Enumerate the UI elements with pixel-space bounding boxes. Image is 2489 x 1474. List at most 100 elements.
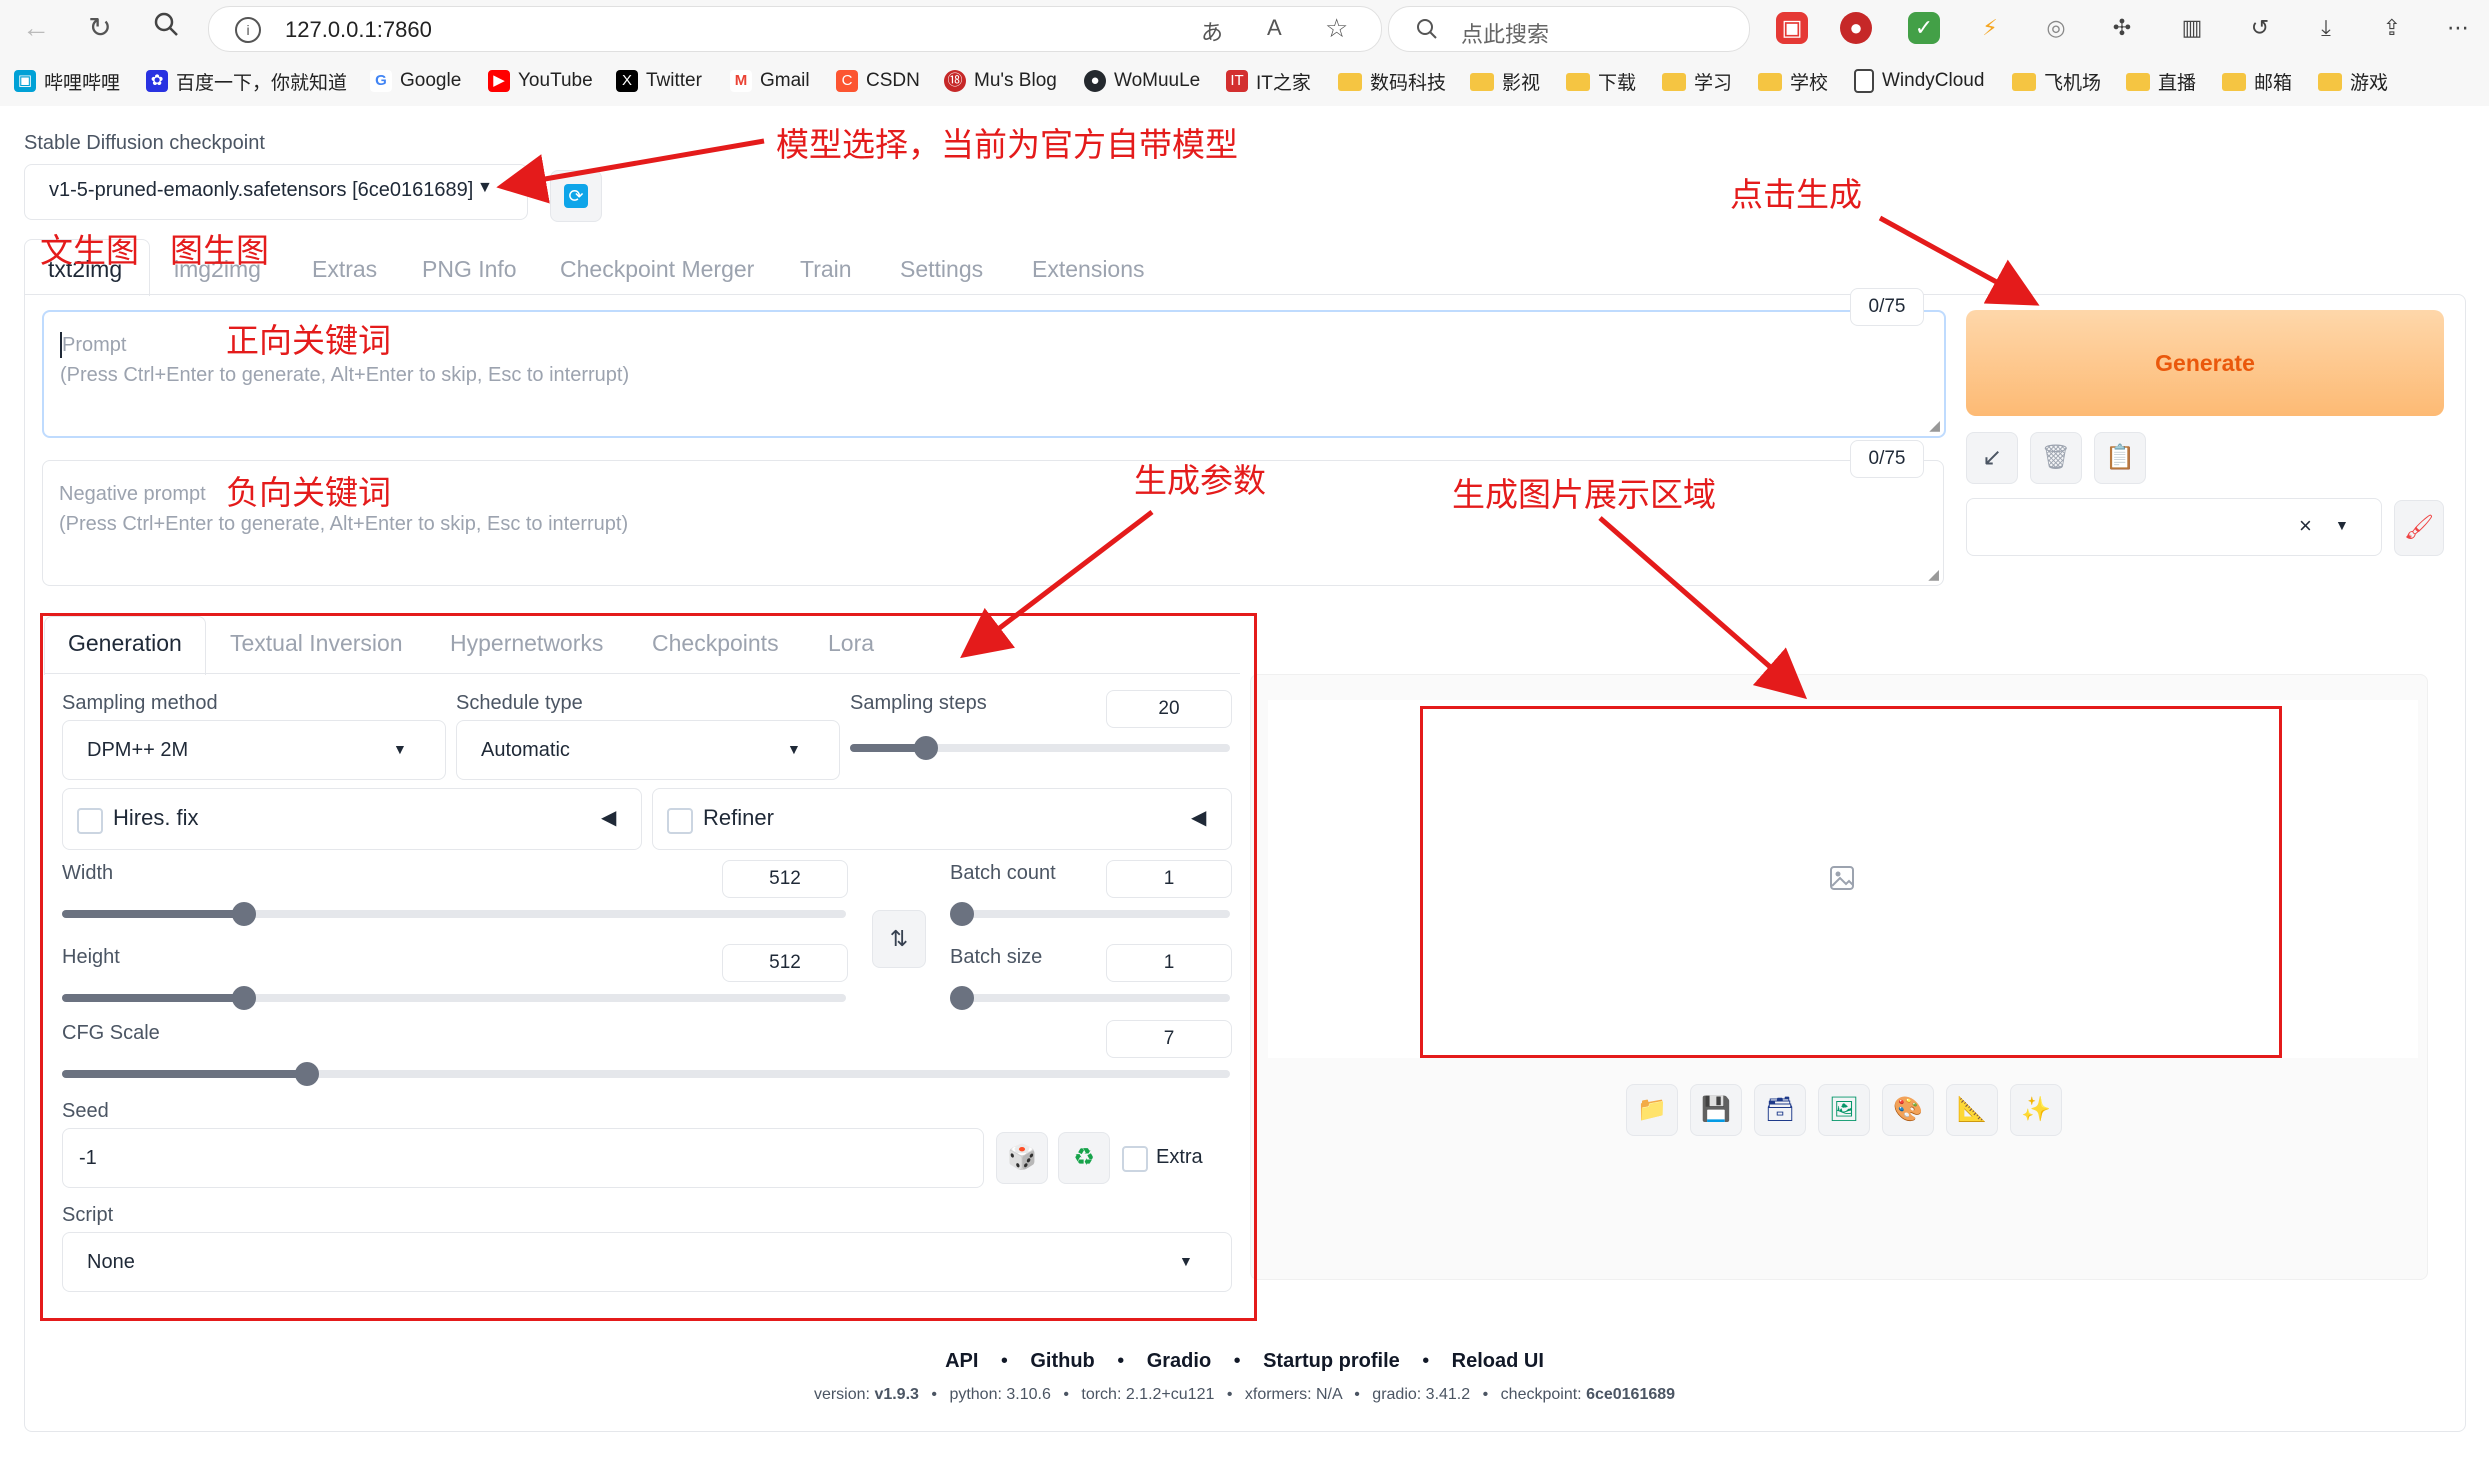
upscale-sparkle-icon[interactable]: ✨ — [2010, 1084, 2062, 1136]
shield-icon[interactable]: ✓ — [1908, 12, 1940, 44]
bookmark-label: 游戏 — [2350, 72, 2389, 94]
send-to-inpaint-icon[interactable]: 🎨 — [1882, 1084, 1934, 1136]
bookmark-baidu[interactable]: ✿ 百度一下，你就知道 — [146, 66, 347, 96]
search-box[interactable]: 点此搜索 — [1388, 6, 1750, 52]
ithome-icon: IT — [1226, 70, 1248, 92]
search-placeholder: 点此搜索 — [1461, 22, 1550, 47]
read-params-arrow-icon[interactable]: ↙ — [1966, 432, 2018, 484]
footer-separator: • — [1063, 1386, 1069, 1403]
tab-settings[interactable]: Settings — [900, 256, 983, 283]
translate-icon[interactable]: あ — [1201, 15, 1223, 47]
bookmark-twitter[interactable]: X Twitter — [616, 66, 702, 96]
footer-link-api[interactable]: API — [945, 1350, 978, 1372]
bookmark-label: 百度一下，你就知道 — [176, 72, 348, 94]
clipboard-icon[interactable]: 📋 — [2094, 432, 2146, 484]
bookmark-label: 直播 — [2158, 72, 2197, 94]
checkpoint-value: v1-5-pruned-emaonly.safetensors [6ce0161… — [49, 179, 474, 201]
csdn-icon: C — [836, 70, 858, 92]
bookmark-folder[interactable]: 学校 — [1758, 66, 1828, 96]
refresh-icon[interactable]: ↻ — [82, 10, 118, 46]
search-icon[interactable] — [148, 10, 184, 46]
bookmark-gmail[interactable]: M Gmail — [730, 66, 810, 96]
footer-separator: • — [1117, 1350, 1125, 1372]
bookmark-label: WindyCloud — [1882, 70, 1985, 91]
folder-icon — [2222, 73, 2246, 91]
download-icon[interactable]: ⤓ — [2310, 12, 2342, 44]
bookmark-label: Google — [400, 70, 462, 91]
prompt-token-counter: 0/75 — [1850, 288, 1924, 326]
favorite-star-icon[interactable]: ☆ — [1325, 13, 1348, 44]
send-to-extras-icon[interactable]: 📐 — [1946, 1084, 1998, 1136]
tab-checkpoint-merger[interactable]: Checkpoint Merger — [560, 256, 754, 283]
xformers-version: xformers: N/A — [1244, 1386, 1342, 1403]
bookmark-folder[interactable]: 飞机场 — [2012, 66, 2101, 96]
clear-style-icon[interactable]: × — [2299, 513, 2312, 539]
share-icon[interactable]: ⇪ — [2376, 12, 2408, 44]
bookmark-label: 邮箱 — [2254, 72, 2293, 94]
gmail-icon: M — [730, 70, 752, 92]
resize-handle-icon[interactable]: ◢ — [1929, 417, 1940, 434]
bookmark-csdn[interactable]: C CSDN — [836, 66, 920, 96]
read-aloud-icon[interactable]: A — [1267, 15, 1282, 41]
styles-dropdown[interactable]: × ▼ — [1966, 498, 2382, 556]
extension-swirl-icon[interactable]: ◎ — [2040, 12, 2072, 44]
back-icon[interactable]: ← — [18, 10, 54, 46]
bookmark-folder[interactable]: 影视 — [1470, 66, 1540, 96]
bookmark-folder[interactable]: 学习 — [1662, 66, 1732, 96]
history-icon[interactable]: ↺ — [2244, 12, 2276, 44]
footer-separator: • — [1233, 1350, 1241, 1372]
footer-link-reload-ui[interactable]: Reload UI — [1452, 1350, 1544, 1372]
extensions-puzzle-icon[interactable]: ✣ — [2106, 12, 2138, 44]
refresh-checkpoint-button[interactable]: ⟳ — [550, 170, 602, 222]
bookmark-youtube[interactable]: ▶ YouTube — [488, 66, 593, 96]
more-menu-icon[interactable]: ⋯ — [2442, 12, 2474, 44]
tab-extensions[interactable]: Extensions — [1032, 256, 1145, 283]
tab-png-info[interactable]: PNG Info — [422, 256, 517, 283]
annotation-params: 生成参数 — [1134, 461, 1266, 500]
generate-button[interactable]: Generate — [1966, 310, 2444, 416]
open-folder-icon[interactable]: 📁 — [1626, 1084, 1678, 1136]
folder-icon — [1470, 73, 1494, 91]
url-text: 127.0.0.1:7860 — [285, 17, 432, 42]
zip-save-icon[interactable]: 🗃 — [1754, 1084, 1806, 1136]
lightning-icon[interactable]: ⚡ — [1974, 12, 2006, 44]
prompt-placeholder-hint: (Press Ctrl+Enter to generate, Alt+Enter… — [60, 364, 630, 386]
bookmark-label: 数码科技 — [1370, 72, 1447, 94]
save-icon[interactable]: 💾 — [1690, 1084, 1742, 1136]
split-screen-icon[interactable]: ▥ — [2176, 12, 2208, 44]
send-to-img2img-icon[interactable]: 🖼 — [1818, 1084, 1870, 1136]
chevron-down-icon: ▼ — [477, 179, 493, 196]
edit-styles-brush-icon[interactable]: 🖌 — [2394, 500, 2444, 556]
search-icon — [1417, 19, 1437, 39]
ublock-icon[interactable]: ● — [1840, 12, 1872, 44]
bookmark-ithome[interactable]: IT IT之家 — [1226, 66, 1311, 96]
version-label: version: — [813, 1386, 870, 1403]
bookmark-mus-blog[interactable]: ⑱ Mu's Blog — [944, 66, 1057, 96]
folder-icon — [1566, 73, 1590, 91]
footer-link-gradio[interactable]: Gradio — [1147, 1350, 1211, 1372]
tab-train[interactable]: Train — [800, 256, 852, 283]
trash-icon[interactable]: 🗑 — [2030, 432, 2082, 484]
extension-red-icon[interactable]: ▣ — [1776, 12, 1808, 44]
bookmark-folder[interactable]: 邮箱 — [2222, 66, 2292, 96]
bookmark-google[interactable]: G Google — [370, 66, 461, 96]
bookmark-windycloud[interactable]: WindyCloud — [1854, 66, 1984, 96]
tab-extras[interactable]: Extras — [312, 256, 377, 283]
folder-icon — [2126, 73, 2150, 91]
footer-link-github[interactable]: Github — [1030, 1350, 1094, 1372]
chevron-down-icon: ▼ — [2335, 517, 2349, 533]
bookmark-folder[interactable]: 游戏 — [2318, 66, 2388, 96]
info-icon[interactable]: i — [235, 17, 261, 43]
browser-toolbar: ← ↻ i 127.0.0.1:7860 あ A ☆ 点此搜索 ▣ ● ✓ ⚡ … — [0, 0, 2489, 56]
bookmark-label: IT之家 — [1256, 72, 1311, 94]
resize-handle-icon[interactable]: ◢ — [1928, 566, 1939, 583]
bookmark-folder[interactable]: 下载 — [1566, 66, 1636, 96]
bookmark-folder[interactable]: 直播 — [2126, 66, 2196, 96]
bookmark-folder[interactable]: 数码科技 — [1338, 66, 1446, 96]
bookmark-bilibili[interactable]: ▣ 哔哩哔哩 — [14, 66, 120, 96]
address-bar[interactable]: i 127.0.0.1:7860 あ A ☆ — [208, 6, 1382, 52]
footer-link-startup-profile[interactable]: Startup profile — [1263, 1350, 1400, 1372]
bookmark-womuule[interactable]: ● WoMuuLe — [1084, 66, 1200, 96]
blog-icon: ⑱ — [944, 70, 966, 92]
checkpoint-select[interactable]: v1-5-pruned-emaonly.safetensors [6ce0161… — [24, 164, 528, 220]
